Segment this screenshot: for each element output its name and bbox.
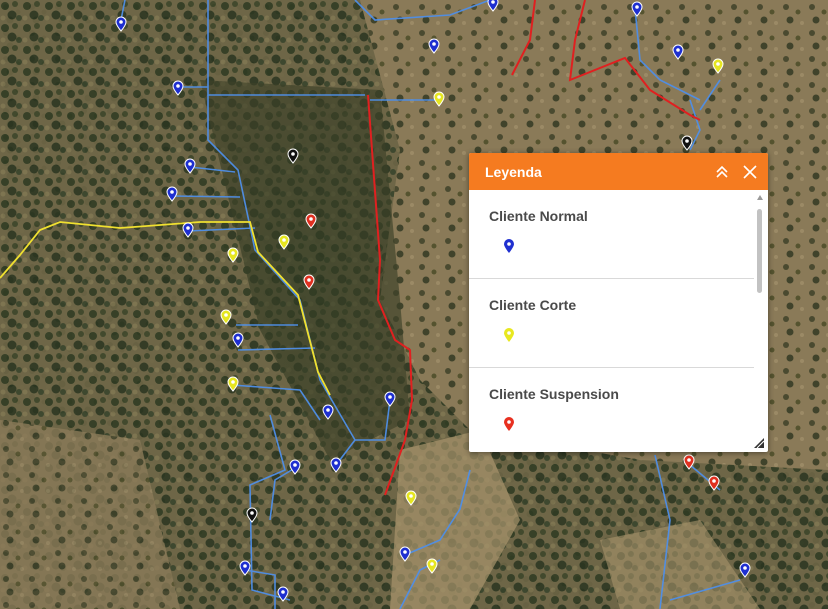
legend-list[interactable]: Cliente Normal Cliente Corte Cliente Sus…	[469, 190, 754, 452]
legend-item-cliente-corte: Cliente Corte	[469, 279, 754, 368]
legend-panel: Leyenda Cliente Normal Cliente Corte Cli…	[469, 153, 768, 452]
collapse-icon[interactable]	[714, 164, 730, 180]
legend-label: Cliente Suspension	[489, 386, 619, 402]
legend-title: Leyenda	[485, 163, 542, 180]
map-pin-icon	[504, 239, 514, 253]
resize-icon[interactable]	[754, 438, 764, 448]
legend-item-cliente-normal: Cliente Normal	[469, 190, 754, 279]
map-pin-icon	[504, 328, 514, 342]
legend-item-cliente-suspension: Cliente Suspension	[469, 368, 754, 452]
legend-label: Cliente Corte	[489, 297, 577, 313]
close-icon[interactable]	[742, 164, 758, 180]
legend-header: Leyenda	[469, 153, 768, 190]
scrollbar[interactable]	[756, 195, 764, 442]
legend-label: Cliente Normal	[489, 208, 588, 224]
map-pin-icon	[504, 417, 514, 431]
scroll-up-icon[interactable]	[757, 195, 763, 200]
scroll-thumb[interactable]	[757, 209, 762, 293]
